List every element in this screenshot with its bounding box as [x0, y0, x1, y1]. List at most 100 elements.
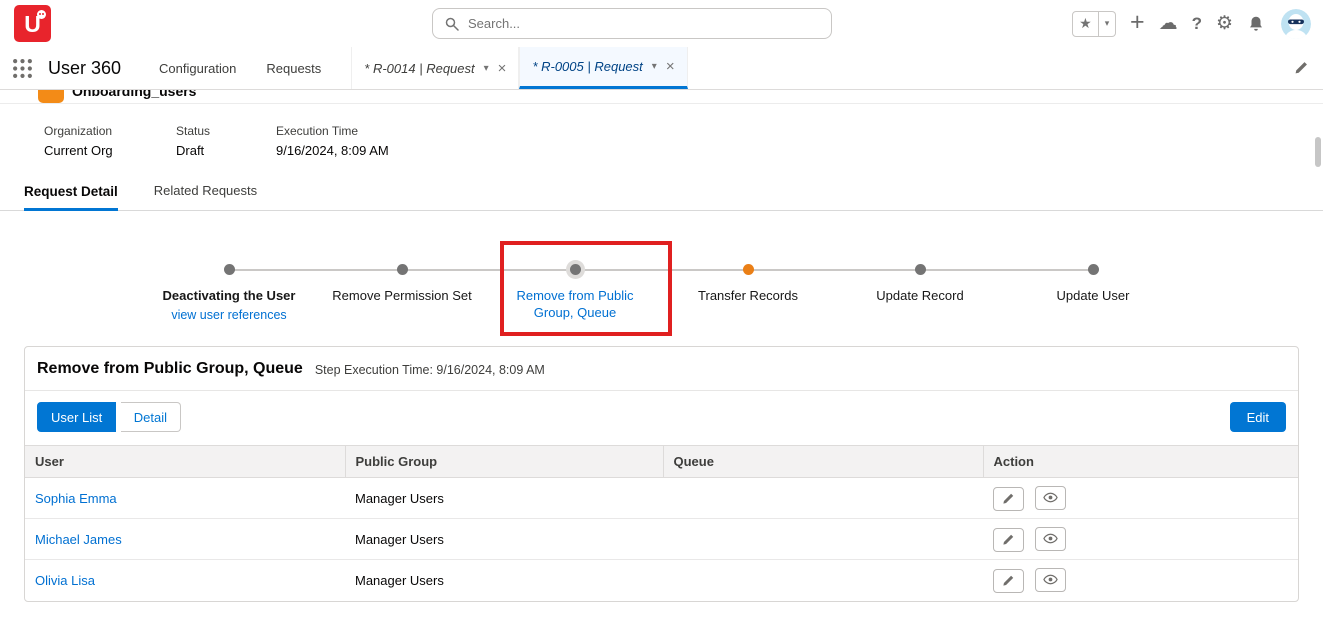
workspace-tab-r0005[interactable]: * R-0005 | Request ▾ ×	[519, 47, 688, 89]
path-step-label: Transfer Records	[698, 288, 798, 303]
action-cell	[983, 477, 1298, 519]
app-name: User 360	[48, 57, 122, 78]
notifications-bell-icon[interactable]	[1247, 15, 1265, 33]
field-label: Organization	[44, 124, 113, 138]
user-list-toggle-button[interactable]: User List	[37, 402, 117, 432]
favorites-dropdown-icon[interactable]: ▾	[1098, 10, 1116, 37]
path-step-label: Update Record	[876, 288, 964, 303]
path-step-dot[interactable]	[1087, 264, 1099, 275]
field-value: 9/16/2024, 8:09 AM	[276, 143, 389, 158]
card-title: Remove from Public Group, Queue	[37, 360, 303, 377]
edit-page-pencil-icon[interactable]	[1294, 60, 1309, 78]
path-step-deactivating-the-user: Deactivating the User view user referenc…	[144, 264, 314, 322]
nav-tab-requests[interactable]: Requests	[266, 47, 321, 89]
bell-icon	[1250, 16, 1262, 31]
eye-icon	[1042, 533, 1058, 544]
tab-request-detail[interactable]: Request Detail	[24, 184, 118, 211]
path-step-update-user: Update User	[1008, 264, 1178, 305]
question-mark-icon: ?	[1191, 14, 1202, 33]
field-label: Status	[176, 124, 211, 138]
table-row: Olivia Lisa Manager Users	[25, 560, 1298, 601]
column-header-action: Action	[983, 445, 1298, 478]
gear-icon: ⚙	[1215, 13, 1233, 34]
pencil-icon	[1003, 493, 1014, 504]
path-step-dot[interactable]	[742, 264, 754, 275]
favorites-star-icon[interactable]: ★	[1071, 10, 1099, 37]
guidance-cloud-icon[interactable]: ☁	[1159, 14, 1178, 33]
path-step-label: Deactivating the User	[162, 288, 296, 303]
public-group-cell: Manager Users	[355, 572, 444, 588]
app-navigation-bar: User 360 Configuration Requests * R-0014…	[0, 47, 1323, 90]
scrollbar[interactable]	[1315, 137, 1321, 167]
path-step-dot[interactable]	[569, 264, 581, 275]
chevron-down-icon[interactable]: ▾	[652, 61, 657, 72]
card-controls: User List Detail Edit	[25, 391, 1298, 445]
pencil-icon	[1003, 534, 1014, 545]
path-step-dot[interactable]	[396, 264, 408, 275]
user-link[interactable]: Olivia Lisa	[35, 573, 95, 588]
logo-face-icon	[37, 10, 46, 19]
workspace-tab-label: * R-0014 | Request	[364, 60, 475, 76]
app-logo: U	[14, 5, 51, 42]
eye-icon	[1042, 492, 1058, 503]
search-input[interactable]	[468, 16, 819, 31]
cloud-icon: ☁	[1158, 13, 1178, 34]
path-step-update-record: Update Record	[835, 264, 1005, 305]
column-header-queue: Queue	[663, 445, 984, 478]
global-search[interactable]	[432, 8, 832, 39]
request-record-icon	[38, 90, 64, 103]
preview-row-button[interactable]	[1034, 526, 1066, 551]
table-row: Michael James Manager Users	[25, 518, 1298, 560]
preview-row-button[interactable]	[1034, 567, 1066, 592]
view-user-references-link[interactable]: view user references	[144, 308, 314, 322]
step-detail-card: Remove from Public Group, Queue Step Exe…	[24, 346, 1299, 602]
path-step-label: Update User	[1056, 288, 1130, 303]
user-link[interactable]: Sophia Emma	[35, 491, 117, 506]
workspace-tab-r0014[interactable]: * R-0014 | Request ▾ ×	[351, 47, 520, 89]
user-link[interactable]: Michael James	[35, 532, 122, 547]
record-detail-tabs: Request Detail Related Requests	[0, 172, 1323, 211]
detail-toggle-button[interactable]: Detail	[120, 402, 181, 432]
record-summary-fields: Organization Current Org Status Draft Ex…	[0, 104, 1323, 172]
queue-cell	[663, 560, 983, 601]
step-execution-time: Step Execution Time: 9/16/2024, 8:09 AM	[314, 363, 545, 377]
tab-related-requests[interactable]: Related Requests	[154, 183, 257, 210]
public-group-cell: Manager Users	[345, 477, 663, 519]
edit-row-button[interactable]	[993, 568, 1024, 593]
column-header-public-group: Public Group	[345, 445, 664, 478]
path-step-dot[interactable]	[223, 264, 235, 275]
global-header: U ★ ▾ + ☁ ? ⚙	[0, 0, 1323, 47]
column-header-user: User	[25, 445, 346, 478]
close-icon[interactable]: ×	[498, 60, 507, 77]
user-avatar[interactable]	[1281, 8, 1311, 39]
avatar-astro-icon	[1281, 8, 1311, 39]
action-cell	[983, 518, 1298, 560]
field-execution-time: Execution Time 9/16/2024, 8:09 AM	[276, 124, 389, 172]
field-value: Current Org	[44, 143, 113, 158]
record-header-clipped: Onboarding_users	[0, 90, 1323, 104]
help-icon[interactable]: ?	[1192, 15, 1202, 32]
path-step-label: Remove Permission Set	[332, 288, 472, 303]
table-row: Sophia Emma Manager Users	[25, 477, 1298, 519]
field-label: Execution Time	[276, 124, 359, 138]
nav-tab-configuration[interactable]: Configuration	[159, 47, 236, 89]
path-step-label: Remove from Public Group, Queue	[516, 288, 634, 320]
preview-row-button[interactable]	[1034, 485, 1066, 510]
eye-icon	[1042, 574, 1058, 585]
chevron-down-icon[interactable]: ▾	[484, 63, 489, 74]
edit-row-button[interactable]	[993, 486, 1024, 511]
app-launcher-icon[interactable]	[12, 47, 33, 89]
pencil-icon	[1003, 576, 1014, 586]
path-step-remove-from-public-group-queue: Remove from Public Group, Queue	[490, 264, 660, 322]
global-actions-plus-icon[interactable]: +	[1130, 9, 1145, 35]
close-icon[interactable]: ×	[666, 58, 675, 75]
edit-row-button[interactable]	[993, 527, 1024, 552]
workspace-tab-label: * R-0005 | Request	[532, 59, 643, 74]
setup-gear-icon[interactable]: ⚙	[1216, 14, 1233, 33]
edit-button[interactable]: Edit	[1229, 402, 1286, 432]
path-step-dot[interactable]	[914, 264, 926, 275]
view-toggle-group: User List Detail	[37, 402, 181, 432]
star-icon: ★	[1079, 15, 1092, 31]
path-step-transfer-records: Transfer Records	[663, 264, 833, 305]
header-actions: ★ ▾ + ☁ ? ⚙	[1071, 8, 1311, 39]
